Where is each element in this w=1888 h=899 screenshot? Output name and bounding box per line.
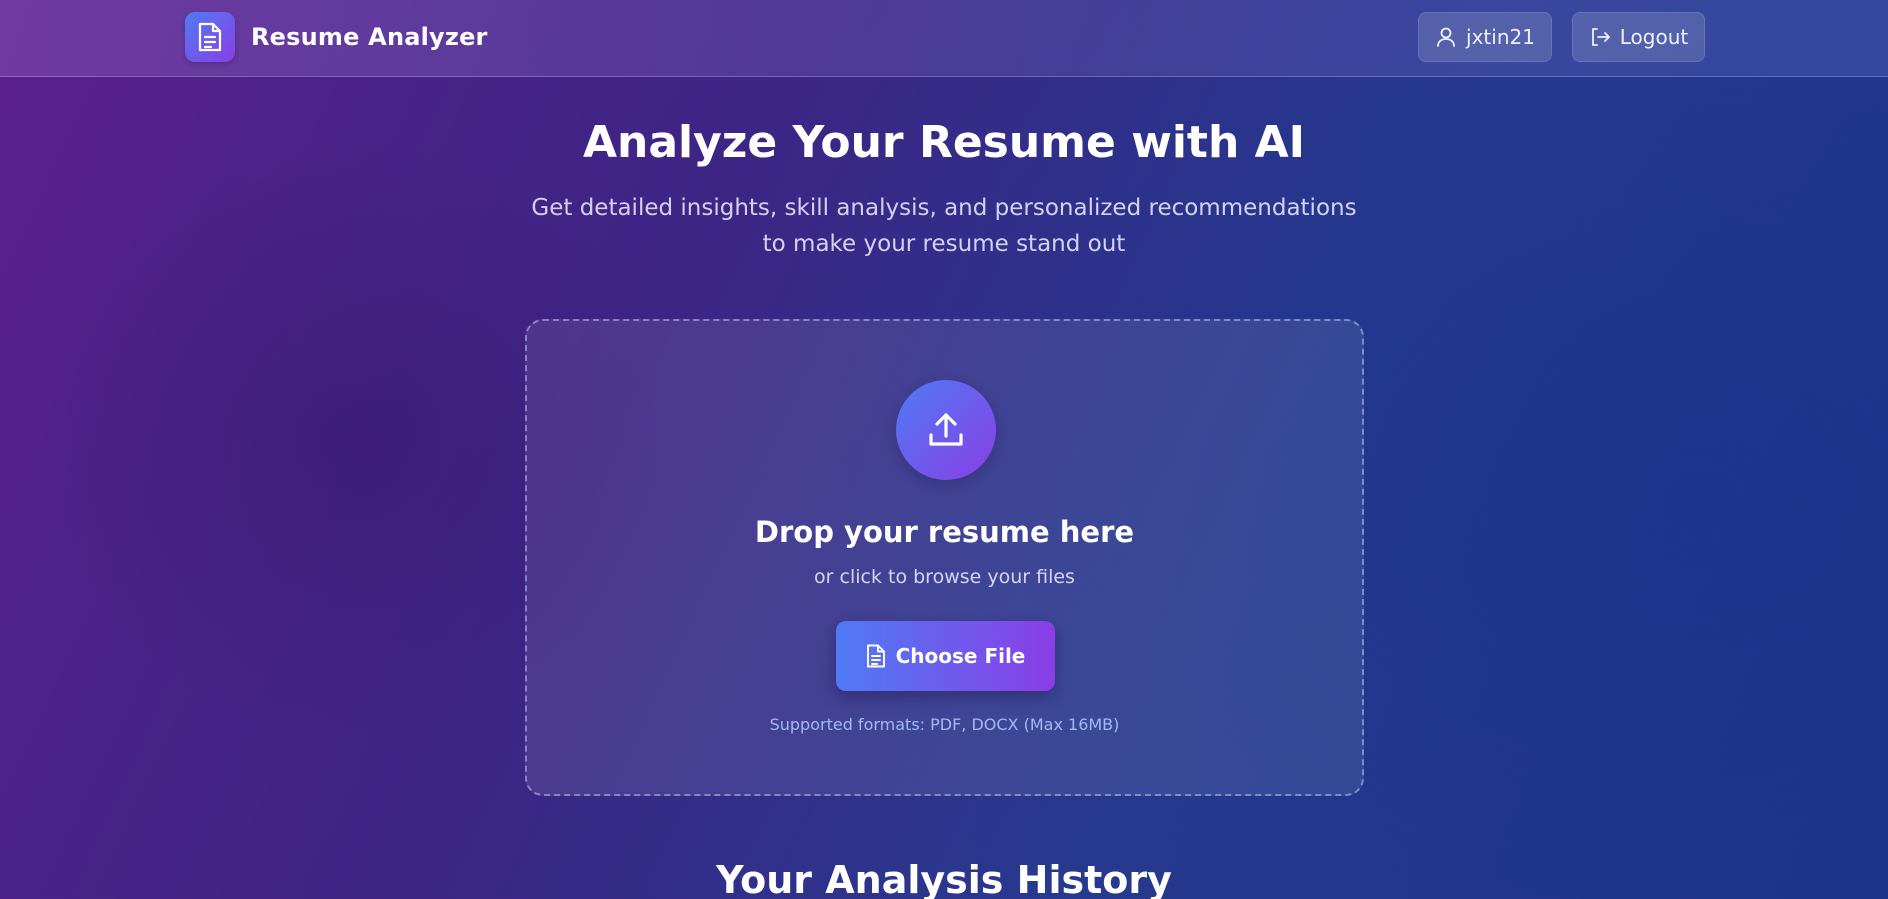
top-navbar: Resume Analyzer jxtin21 Logout [0, 0, 1888, 77]
user-profile-button[interactable]: jxtin21 [1418, 12, 1552, 62]
history-section-title: Your Analysis History [716, 858, 1172, 899]
dropzone-title: Drop your resume here [754, 515, 1135, 549]
page-subtitle: Get detailed insights, skill analysis, a… [531, 195, 1357, 257]
page-title: Analyze Your Resume with AI [582, 117, 1306, 168]
supported-formats-note: Supported formats: PDF, DOCX (Max 16MB) [769, 715, 1120, 734]
upload-icon [896, 380, 996, 480]
user-icon [1437, 27, 1455, 47]
resume-dropzone[interactable]: Drop your resume here or click to browse… [525, 319, 1364, 796]
document-icon [185, 12, 235, 62]
logout-button[interactable]: Logout [1572, 12, 1705, 62]
app-title: Resume Analyzer [251, 23, 488, 51]
choose-file-label: Choose File [895, 644, 1026, 668]
choose-file-button[interactable]: Choose File [836, 621, 1055, 691]
logout-label: Logout [1619, 25, 1689, 49]
logout-icon [1591, 28, 1610, 46]
dropzone-subtitle: or click to browse your files [814, 566, 1075, 588]
username-label: jxtin21 [1466, 25, 1535, 49]
document-icon [866, 644, 885, 668]
brand[interactable]: Resume Analyzer [185, 12, 488, 62]
